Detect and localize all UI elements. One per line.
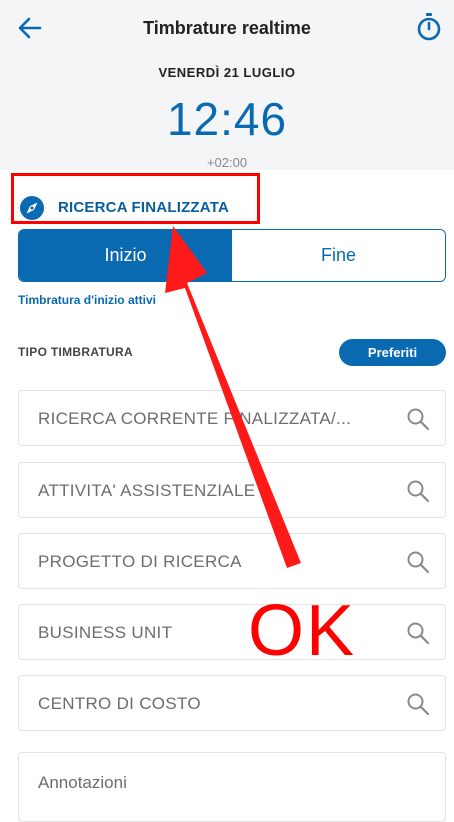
annotation-arrow (165, 226, 301, 568)
annotation-ok-text: OK (248, 591, 357, 671)
